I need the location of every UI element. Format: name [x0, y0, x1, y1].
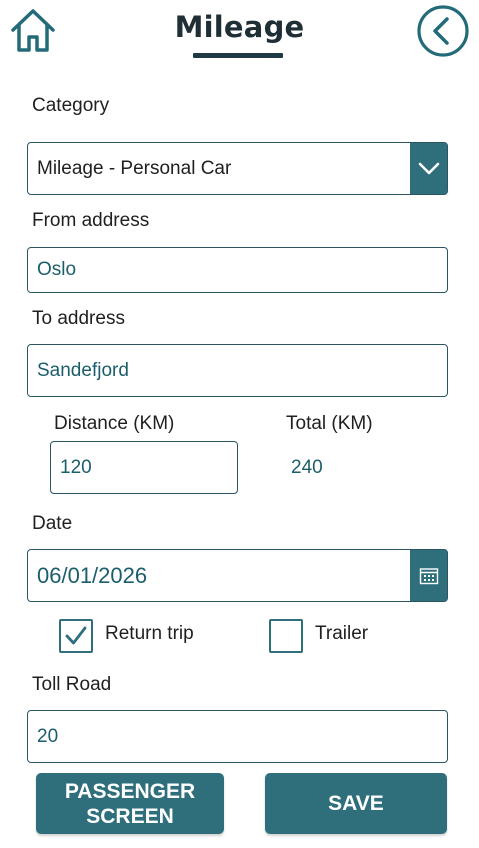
total-value: 240 [291, 457, 323, 478]
to-address-label: To address [32, 308, 125, 329]
distance-label: Distance (KM) [54, 413, 175, 434]
save-button-label: SAVE [328, 792, 384, 815]
toll-road-value: 20 [37, 725, 59, 747]
to-address-value: Sandefjord [37, 359, 129, 381]
toll-road-field[interactable]: 20 [27, 710, 448, 763]
to-address-field[interactable]: Sandefjord [27, 344, 448, 397]
total-label: Total (KM) [286, 413, 373, 434]
save-button[interactable]: SAVE [265, 773, 447, 834]
distance-value: 120 [60, 456, 92, 478]
passenger-screen-label-line1: PASSENGER [64, 779, 196, 803]
from-address-field[interactable]: Oslo [27, 247, 448, 293]
category-value: Mileage - Personal Car [37, 157, 232, 179]
trailer-checkbox[interactable] [269, 619, 303, 653]
chevron-left-circle-icon [417, 5, 469, 57]
page-title: Mileage [174, 10, 305, 44]
passenger-screen-button[interactable]: PASSENGER SCREEN [36, 773, 224, 834]
from-address-label: From address [32, 210, 150, 231]
title-underline [193, 53, 283, 58]
distance-field[interactable]: 120 [50, 441, 238, 494]
calendar-icon [419, 567, 438, 584]
checkmark-icon [65, 626, 87, 645]
back-button[interactable] [416, 4, 470, 58]
chevron-down-icon [418, 162, 439, 174]
trailer-label: Trailer [315, 623, 369, 644]
return-trip-label: Return trip [105, 623, 194, 644]
date-value: 06/01/2026 [37, 562, 148, 588]
category-dropdown-button[interactable] [410, 143, 447, 194]
date-picker[interactable]: 06/01/2026 [27, 549, 448, 602]
toll-road-label: Toll Road [32, 674, 112, 695]
from-address-value: Oslo [37, 259, 77, 280]
passenger-screen-label-line2: SCREEN [86, 804, 174, 828]
category-dropdown[interactable]: Mileage - Personal Car [27, 142, 448, 195]
date-picker-button[interactable] [410, 550, 447, 601]
return-trip-checkbox[interactable] [59, 619, 93, 653]
date-label: Date [32, 513, 73, 534]
category-label: Category [32, 95, 110, 116]
